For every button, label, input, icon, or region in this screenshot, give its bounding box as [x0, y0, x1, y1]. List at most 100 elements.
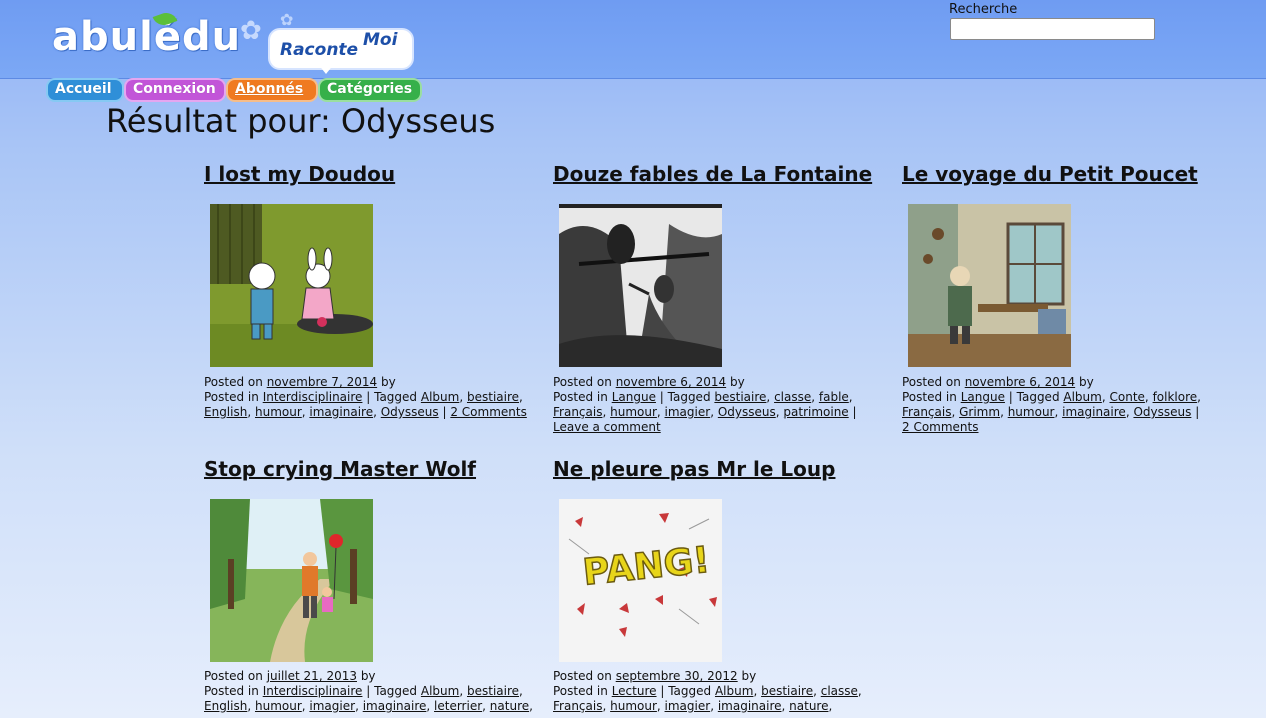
tag-link[interactable]: fable — [819, 390, 849, 404]
category-link[interactable]: Langue — [961, 390, 1005, 404]
post-thumbnail[interactable] — [210, 499, 373, 662]
post-title-link[interactable]: Stop crying Master Wolf — [204, 456, 534, 482]
post-meta: Posted on novembre 7, 2014 by Posted in … — [204, 375, 527, 419]
tag-link[interactable]: Français — [553, 405, 602, 419]
tagged-label: Tagged — [374, 390, 418, 404]
post-meta: Posted on novembre 6, 2014 by Posted in … — [902, 375, 1201, 434]
posted-by-label: by — [741, 669, 757, 683]
posted-on-label: Posted on — [553, 669, 612, 683]
tag-link[interactable]: nature — [490, 699, 529, 713]
tab-accueil[interactable]: Accueil — [48, 80, 122, 100]
post-meta: Posted on novembre 6, 2014 by Posted in … — [553, 375, 857, 434]
tag-link[interactable]: Odysseus — [1133, 405, 1191, 419]
butterfly-small-icon: ✿ — [280, 10, 294, 29]
post-date-link[interactable]: juillet 21, 2013 — [267, 669, 357, 683]
logo-moi-text: Moi — [363, 30, 398, 50]
tag-link[interactable]: bestiaire — [467, 390, 519, 404]
category-link[interactable]: Interdisciplinaire — [263, 390, 363, 404]
tag-link[interactable]: classe — [821, 684, 858, 698]
tagged-label: Tagged — [668, 684, 712, 698]
comments-link[interactable]: 2 Comments — [450, 405, 527, 419]
tag-link[interactable]: English — [204, 405, 247, 419]
tag-link[interactable]: imaginaire — [718, 699, 782, 713]
page-title: Résultat pour: Odysseus — [106, 102, 496, 140]
posted-in-label: Posted in — [553, 684, 608, 698]
posted-in-label: Posted in — [902, 390, 957, 404]
tag-link[interactable]: humour — [610, 405, 657, 419]
posted-on-label: Posted on — [204, 375, 263, 389]
post-title-link[interactable]: Ne pleure pas Mr le Loup — [553, 456, 883, 482]
tag-link[interactable]: Album — [1063, 390, 1101, 404]
post-date-link[interactable]: novembre 6, 2014 — [965, 375, 1075, 389]
posted-on-label: Posted on — [902, 375, 961, 389]
tag-link[interactable]: humour — [610, 699, 657, 713]
search-input[interactable] — [950, 18, 1155, 40]
search-label: Recherche — [949, 2, 1018, 17]
posted-in-label: Posted in — [553, 390, 608, 404]
tag-link[interactable]: Album — [715, 684, 753, 698]
tag-link[interactable]: patrimoine — [783, 405, 848, 419]
comments-link[interactable]: Leave a comment — [553, 420, 661, 434]
post-thumbnail[interactable] — [210, 204, 373, 367]
posted-by-label: by — [380, 375, 396, 389]
tag-link[interactable]: English — [204, 699, 247, 713]
posted-in-label: Posted in — [204, 390, 259, 404]
post-date-link[interactable]: novembre 7, 2014 — [267, 375, 377, 389]
tag-link[interactable]: imaginaire — [309, 405, 373, 419]
posted-in-label: Posted in — [204, 684, 259, 698]
tag-link[interactable]: imaginaire — [363, 699, 427, 713]
category-link[interactable]: Interdisciplinaire — [263, 684, 363, 698]
tag-link[interactable]: imagier — [665, 699, 711, 713]
posted-by-label: by — [1078, 375, 1094, 389]
tag-link[interactable]: imaginaire — [1062, 405, 1126, 419]
post-title-link[interactable]: Le voyage du Petit Poucet — [902, 161, 1232, 187]
tag-link[interactable]: bestiaire — [714, 390, 766, 404]
tag-link[interactable]: leterrier — [434, 699, 482, 713]
tag-link[interactable]: classe — [774, 390, 811, 404]
tag-link[interactable]: imagier — [665, 405, 711, 419]
post-title-link[interactable]: I lost my Doudou — [204, 161, 534, 187]
post-thumbnail[interactable] — [559, 204, 722, 367]
tag-link[interactable]: Français — [553, 699, 602, 713]
tag-link[interactable]: bestiaire — [761, 684, 813, 698]
posted-on-label: Posted on — [204, 669, 263, 683]
site-logo[interactable]: abulédu — [52, 14, 241, 60]
tag-link[interactable]: Conte — [1110, 390, 1145, 404]
tab-categories[interactable]: Catégories — [320, 80, 420, 100]
comments-link[interactable]: 2 Comments — [902, 420, 979, 434]
posted-by-label: by — [360, 669, 376, 683]
logo-raconte-text: Raconte — [280, 40, 359, 60]
post-date-link[interactable]: novembre 6, 2014 — [616, 375, 726, 389]
tag-link[interactable]: humour — [255, 405, 302, 419]
tag-link[interactable]: nature — [789, 699, 828, 713]
tag-link[interactable]: Français — [902, 405, 951, 419]
post-date-link[interactable]: septembre 30, 2012 — [616, 669, 738, 683]
posted-by-label: by — [729, 375, 745, 389]
tag-link[interactable]: imagier — [309, 699, 355, 713]
tag-link[interactable]: folklore — [1153, 390, 1198, 404]
tagged-label: Tagged — [374, 684, 418, 698]
tag-link[interactable]: bestiaire — [467, 684, 519, 698]
post-thumbnail[interactable]: PANG! — [559, 499, 722, 662]
posted-on-label: Posted on — [553, 375, 612, 389]
post-meta: Posted on juillet 21, 2013 by Posted in … — [204, 669, 533, 713]
tag-link[interactable]: Grimm — [959, 405, 1000, 419]
site-header: abulédu ✿ ✿ Raconte Moi Recherche — [0, 0, 1266, 79]
post-meta: Posted on septembre 30, 2012 by Posted i… — [553, 669, 862, 713]
tag-link[interactable]: Odysseus — [381, 405, 439, 419]
tab-abonnes[interactable]: Abonnés — [228, 80, 316, 100]
tab-connexion[interactable]: Connexion — [126, 80, 224, 100]
speech-bubble-tail — [318, 64, 334, 74]
category-link[interactable]: Langue — [612, 390, 656, 404]
tag-link[interactable]: Odysseus — [718, 405, 776, 419]
tag-link[interactable]: humour — [255, 699, 302, 713]
tag-link[interactable]: humour — [1008, 405, 1055, 419]
post-thumbnail[interactable] — [908, 204, 1071, 367]
tagged-label: Tagged — [1016, 390, 1060, 404]
post-title-link[interactable]: Douze fables de La Fontaine — [553, 161, 883, 187]
butterfly-icon: ✿ — [240, 16, 262, 46]
category-link[interactable]: Lecture — [612, 684, 657, 698]
tag-link[interactable]: Album — [421, 390, 459, 404]
tag-link[interactable]: Album — [421, 684, 459, 698]
tagged-label: Tagged — [667, 390, 711, 404]
